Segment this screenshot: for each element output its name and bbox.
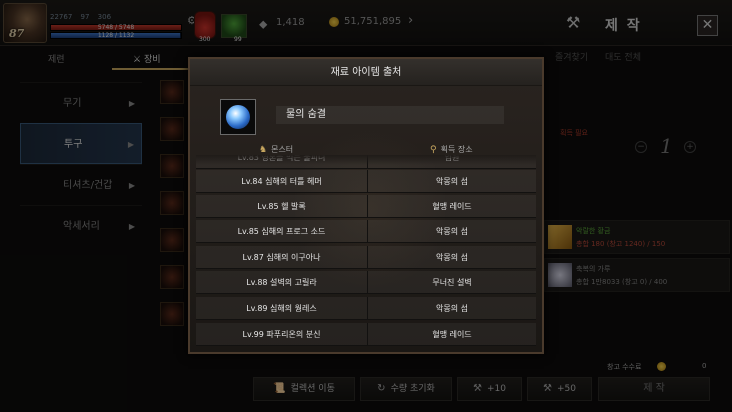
monster-cell: Lv.85 헬 발록 — [196, 195, 368, 218]
table-row[interactable]: Lv.85 헬 발록 혈맹 레이드 — [196, 195, 536, 218]
monster-cell: Lv.89 심해의 웜레스 — [196, 297, 368, 320]
map-pin-icon: ⚲ — [430, 145, 437, 155]
location-cell: 악몽의 섬 — [436, 253, 468, 262]
material-source-modal: 재료 아이템 출처 물의 숨결 ♞몬스터 ⚲획득 장소 Lv.83 영혼을 먹는… — [188, 57, 544, 354]
item-name: 물의 숨결 — [276, 106, 504, 124]
table-row[interactable]: Lv.88 설벽의 고릴라 무너진 설벽 — [196, 271, 536, 294]
location-cell: 악몽의 섬 — [436, 304, 468, 313]
monster-cell: Lv.85 심해의 프로그 소드 — [196, 220, 368, 243]
item-icon-frame — [220, 99, 256, 135]
table-row[interactable]: Lv.85 심해의 프로그 소드 악몽의 섬 — [196, 220, 536, 243]
column-header-location-label: 획득 장소 — [440, 145, 473, 154]
monster-cell: Lv.99 파푸리온의 분신 — [196, 323, 368, 346]
monster-cell: Lv.84 심해의 터틀 헤머 — [196, 170, 368, 193]
location-cell: 무너진 설벽 — [432, 278, 472, 287]
monster-icon: ♞ — [259, 145, 268, 155]
monster-cell: Lv.88 설벽의 고릴라 — [196, 271, 368, 294]
water-gem-icon — [226, 105, 250, 129]
table-row[interactable]: Lv.84 심해의 터틀 헤머 악몽의 섬 — [196, 170, 536, 193]
location-cell: 혈맹 레이드 — [432, 330, 472, 339]
monster-cell: Lv.87 심해의 이구아나 — [196, 246, 368, 269]
location-cell: 혈맹 레이드 — [432, 202, 472, 211]
table-row[interactable]: Lv.99 파푸리온의 분신 혈맹 레이드 — [196, 323, 536, 346]
column-header-location: ⚲ 획득 장소 — [430, 144, 473, 155]
modal-title: 재료 아이템 출처 — [190, 59, 542, 86]
column-header-monster-label: 몬스터 — [271, 145, 294, 154]
list-fade — [196, 155, 536, 165]
column-header-monster: ♞ 몬스터 — [259, 144, 293, 155]
table-row[interactable]: Lv.89 심해의 웜레스 악몽의 섬 — [196, 297, 536, 320]
location-cell: 악몽의 섬 — [436, 227, 468, 236]
location-cell: 악몽의 섬 — [436, 177, 468, 186]
table-row[interactable]: Lv.87 심해의 이구아나 악몽의 섬 — [196, 246, 536, 269]
source-list[interactable]: Lv.83 영혼을 먹는 울피녀 업원 Lv.84 심해의 터틀 헤머 악몽의 … — [196, 155, 536, 350]
